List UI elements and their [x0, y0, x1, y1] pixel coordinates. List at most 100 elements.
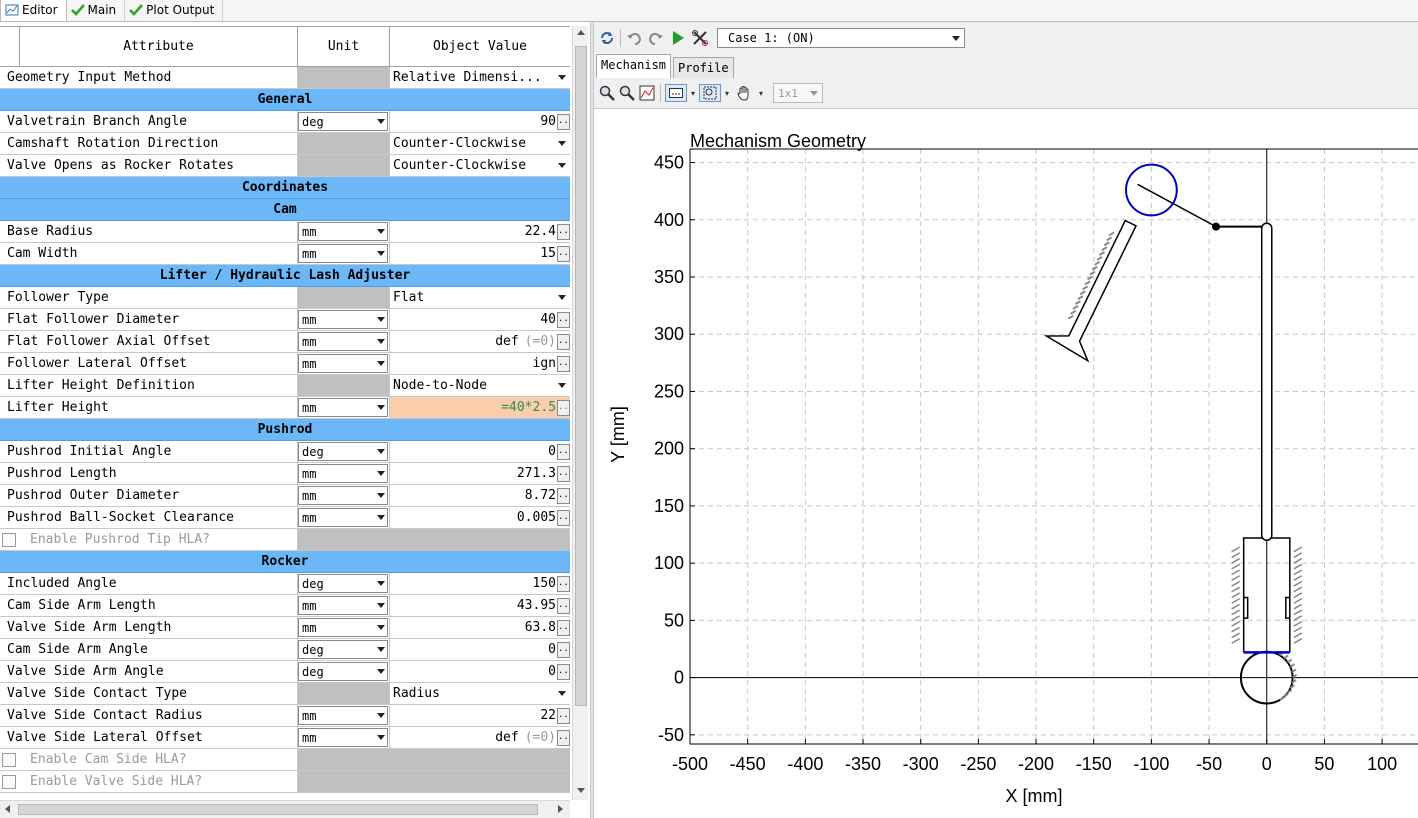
ellipsis-button[interactable]: ... [557, 224, 570, 240]
header-object-value[interactable]: Object Value [390, 27, 570, 66]
unit-select[interactable]: mm [298, 486, 388, 505]
value-select[interactable]: Counter-Clockwise [390, 133, 570, 154]
value-field[interactable]: ign... [390, 353, 570, 374]
value-field[interactable]: 15... [390, 243, 570, 264]
undo-icon[interactable] [625, 29, 643, 47]
value-field[interactable]: def (=0)... [390, 727, 570, 748]
scroll-up-icon[interactable] [577, 30, 585, 35]
value-select[interactable]: Radius [390, 683, 570, 704]
unit-select[interactable]: deg [298, 662, 388, 681]
value-select[interactable]: Flat [390, 287, 570, 308]
legend-toggle-icon[interactable] [665, 84, 687, 102]
unit-select[interactable]: deg [298, 640, 388, 659]
zoom-in-icon[interactable] [598, 84, 616, 102]
value-select[interactable]: Node-to-Node [390, 375, 570, 396]
value-field[interactable]: =40*2.5... [390, 397, 570, 418]
unit-select[interactable]: mm [298, 464, 388, 483]
enable-checkbox[interactable] [2, 532, 16, 547]
zoom-out-icon[interactable] [618, 84, 636, 102]
tab-plot-output[interactable]: Plot Output [125, 0, 224, 21]
value-field[interactable]: 22.4... [390, 221, 570, 242]
ellipsis-button[interactable]: ... [557, 708, 570, 724]
ellipsis-button[interactable]: ... [557, 400, 570, 416]
ellipsis-button[interactable]: ... [557, 598, 570, 614]
value-field[interactable]: 43.95... [390, 595, 570, 616]
value-field[interactable]: 0... [390, 661, 570, 682]
ellipsis-button[interactable]: ... [557, 488, 570, 504]
header-attribute[interactable]: Attribute [20, 27, 298, 66]
unit-select[interactable]: mm [298, 222, 388, 241]
chevron-down-icon[interactable]: ▾ [723, 84, 731, 102]
value-field[interactable]: 0.005... [390, 507, 570, 528]
value-field[interactable]: 63.8... [390, 617, 570, 638]
ellipsis-button[interactable]: ... [557, 466, 570, 482]
value-select[interactable]: Counter-Clockwise [390, 155, 570, 176]
ellipsis-button[interactable]: ... [557, 356, 570, 372]
tab-editor[interactable]: Editor [0, 0, 67, 21]
tools-icon[interactable] [691, 29, 709, 47]
chevron-down-icon[interactable]: ▾ [689, 84, 697, 102]
ellipsis-button[interactable]: ... [557, 114, 570, 130]
ellipsis-button[interactable]: ... [557, 664, 570, 680]
value-field[interactable]: 0... [390, 441, 570, 462]
ellipsis-button[interactable]: ... [557, 642, 570, 658]
unit-select[interactable]: deg [298, 574, 388, 593]
value-field[interactable]: 150... [390, 573, 570, 594]
value-field[interactable]: 271.3... [390, 463, 570, 484]
vertical-scroll-thumb[interactable] [575, 46, 587, 706]
unit-select[interactable]: mm [298, 706, 388, 725]
run-icon[interactable] [669, 29, 687, 47]
value-select[interactable]: Relative Dimensi... [390, 67, 570, 88]
unit-select[interactable]: deg [298, 442, 388, 461]
tab-main[interactable]: Main [67, 0, 126, 21]
scroll-right-icon[interactable] [558, 805, 563, 813]
plot-area[interactable]: -500 -450 -400 -350 -300 -250 -200 -150 -100 -50 0… [594, 108, 1418, 818]
value-text: Radius [393, 686, 440, 701]
horizontal-scroll-thumb[interactable] [18, 804, 538, 815]
fit-plot-icon[interactable] [638, 84, 656, 102]
unit-select[interactable]: mm [298, 618, 388, 637]
value-field[interactable]: def (=0)... [390, 331, 570, 352]
value-field[interactable]: 0... [390, 639, 570, 660]
tab-profile[interactable]: Profile [673, 57, 734, 78]
ellipsis-button[interactable]: ... [557, 620, 570, 636]
unit-select[interactable]: mm [298, 596, 388, 615]
unit-select[interactable]: deg [298, 112, 388, 131]
enable-checkbox[interactable] [2, 774, 16, 789]
scroll-left-icon[interactable] [5, 805, 10, 813]
unit-select[interactable]: mm [298, 728, 388, 747]
ellipsis-button[interactable]: ... [557, 730, 570, 746]
refresh-icon[interactable] [598, 29, 616, 47]
layout-select[interactable]: 1x1 [773, 83, 823, 103]
tab-mechanism[interactable]: Mechanism [596, 54, 672, 78]
ellipsis-button[interactable]: ... [557, 246, 570, 262]
valve-guide-hatch [1091, 265, 1098, 271]
unit-select[interactable]: mm [298, 310, 388, 329]
zoom-box-icon[interactable] [699, 84, 721, 102]
ellipsis-button[interactable]: ... [557, 444, 570, 460]
ellipsis-button[interactable]: ... [557, 312, 570, 328]
header-unit[interactable]: Unit [298, 27, 390, 66]
case-select[interactable]: Case 1: (ON) [717, 28, 965, 48]
unit-select[interactable]: mm [298, 508, 388, 527]
horizontal-scrollbar[interactable] [0, 800, 570, 818]
unit-select[interactable]: mm [298, 332, 388, 351]
ellipsis-button[interactable]: ... [557, 510, 570, 526]
unit-select[interactable]: mm [298, 354, 388, 373]
scroll-down-icon[interactable] [577, 788, 585, 793]
pan-hand-icon[interactable] [733, 84, 755, 102]
unit-select[interactable]: mm [298, 398, 388, 417]
value-field[interactable]: 90... [390, 111, 570, 132]
value-field[interactable]: 40... [390, 309, 570, 330]
unit-select[interactable]: mm [298, 244, 388, 263]
enable-checkbox[interactable] [2, 752, 16, 767]
chevron-down-icon [377, 119, 385, 124]
ellipsis-button[interactable]: ... [557, 576, 570, 592]
value-field[interactable]: 8.72... [390, 485, 570, 506]
chevron-down-icon[interactable]: ▾ [757, 84, 765, 102]
value-field[interactable]: 22... [390, 705, 570, 726]
redo-icon[interactable] [647, 29, 665, 47]
ellipsis-button[interactable]: ... [557, 334, 570, 350]
vertical-scrollbar[interactable] [572, 26, 588, 800]
disabled-cell [298, 529, 570, 550]
